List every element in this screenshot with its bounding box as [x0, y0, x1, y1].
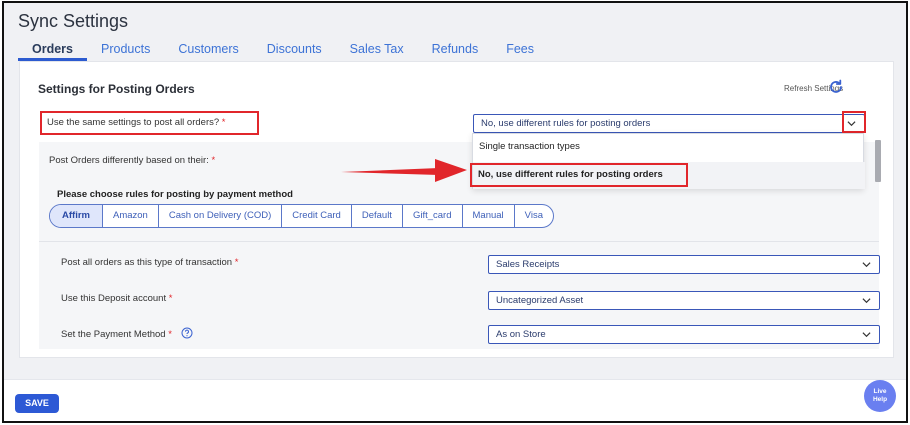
required-mark: * [168, 293, 173, 304]
settings-panel: Settings for Posting Orders Refresh Sett… [19, 61, 894, 358]
app-frame: Sync Settings Orders Products Customers … [2, 1, 908, 423]
payment-method-label-text: Set the Payment Method [61, 329, 166, 340]
same-settings-value: No, use different rules for posting orde… [481, 118, 651, 129]
deposit-account-value: Uncategorized Asset [496, 295, 584, 306]
post-diff-label: Post Orders differently based on their: … [49, 155, 215, 166]
footer-bar: SAVE Live Help [4, 379, 906, 421]
post-diff-label-text: Post Orders differently based on their: [49, 155, 209, 166]
panel-title: Settings for Posting Orders [38, 82, 195, 96]
payment-method-gift-card[interactable]: Gift_card [403, 205, 463, 227]
required-mark: * [221, 117, 226, 128]
payment-method-default[interactable]: Default [352, 205, 403, 227]
dropdown-option-different-rules[interactable]: No, use different rules for posting orde… [470, 163, 688, 187]
tab-orders[interactable]: Orders [18, 39, 87, 61]
required-mark: * [234, 257, 239, 268]
help-circle-icon[interactable] [181, 327, 193, 339]
payment-method-credit-card[interactable]: Credit Card [282, 205, 352, 227]
tab-bar: Orders Products Customers Discounts Sale… [18, 39, 548, 61]
deposit-account-label: Use this Deposit account * [61, 293, 172, 304]
live-help-line1: Live [873, 388, 887, 395]
refresh-icon[interactable] [828, 79, 844, 95]
same-settings-label-text: Use the same settings to post all orders… [47, 117, 220, 128]
payment-method-tabs: Affirm Amazon Cash on Delivery (COD) Cre… [49, 204, 554, 228]
tab-discounts[interactable]: Discounts [253, 39, 336, 61]
choose-rules-label: Please choose rules for posting by payme… [57, 189, 293, 200]
transaction-type-label-text: Post all orders as this type of transact… [61, 257, 233, 268]
tab-products[interactable]: Products [87, 39, 164, 61]
same-settings-dropdown-menu: Single transaction types No, use differe… [470, 133, 865, 189]
same-settings-label: Use the same settings to post all orders… [40, 111, 259, 135]
chevron-highlight-box [842, 111, 866, 133]
save-button[interactable]: SAVE [15, 394, 59, 413]
deposit-account-select[interactable]: Uncategorized Asset [488, 291, 880, 310]
payment-method-visa[interactable]: Visa [515, 205, 553, 227]
red-arrow-annotation [341, 159, 467, 182]
required-mark: * [211, 155, 216, 166]
payment-method-manual[interactable]: Manual [463, 205, 515, 227]
chevron-down-icon [862, 262, 871, 268]
transaction-type-select[interactable]: Sales Receipts [488, 255, 880, 274]
payment-method-value: As on Store [496, 329, 546, 340]
payment-method-cod[interactable]: Cash on Delivery (COD) [159, 205, 283, 227]
required-mark: * [168, 329, 172, 340]
tab-fees[interactable]: Fees [492, 39, 548, 61]
payment-method-label: Set the Payment Method * [61, 327, 193, 340]
scrollbar[interactable] [875, 140, 881, 182]
transaction-type-value: Sales Receipts [496, 259, 560, 270]
tab-refunds[interactable]: Refunds [418, 39, 493, 61]
payment-method-affirm[interactable]: Affirm [50, 205, 103, 227]
live-help-line2: Help [872, 396, 888, 403]
divider [39, 241, 879, 242]
dropdown-option-single[interactable]: Single transaction types [479, 141, 580, 152]
tab-sales-tax[interactable]: Sales Tax [336, 39, 418, 61]
same-settings-select[interactable]: No, use different rules for posting orde… [473, 114, 865, 133]
chevron-down-icon [862, 298, 871, 304]
live-help-button[interactable]: Live Help [864, 380, 896, 412]
page-title: Sync Settings [18, 11, 129, 31]
transaction-type-label: Post all orders as this type of transact… [61, 257, 238, 268]
payment-method-select[interactable]: As on Store [488, 325, 880, 344]
deposit-account-label-text: Use this Deposit account [61, 293, 167, 304]
tab-customers[interactable]: Customers [164, 39, 252, 61]
chevron-down-icon [862, 332, 871, 338]
payment-method-amazon[interactable]: Amazon [103, 205, 159, 227]
